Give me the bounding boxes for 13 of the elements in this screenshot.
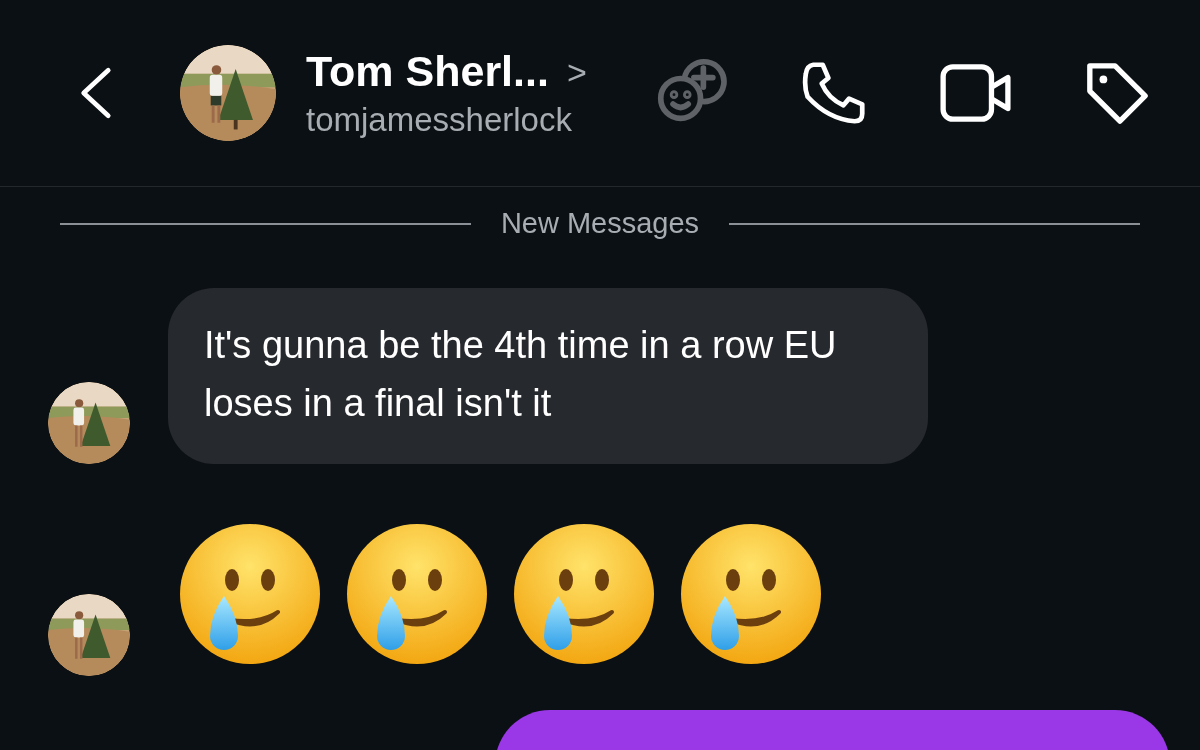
smiling-face-with-tear-icon: [514, 524, 654, 666]
new-messages-label: New Messages: [500, 207, 700, 240]
smiling-face-with-tear-icon: [681, 524, 821, 666]
contact-name[interactable]: Tom Sherl...: [306, 47, 549, 97]
smiling-face-with-tear-icon: [347, 524, 487, 666]
smiling-face-with-tear-icon: [180, 524, 320, 666]
username: tomjamessherlock: [306, 100, 573, 139]
message-bubble[interactable]: It's gunna be the 4th time in a row EU loses in a final isn't it: [168, 288, 928, 464]
tag-icon[interactable]: [1084, 60, 1150, 126]
chevron-icon[interactable]: >: [566, 52, 587, 92]
phone-icon[interactable]: [802, 61, 866, 125]
video-camera-icon[interactable]: [940, 64, 1012, 122]
back-icon[interactable]: [78, 66, 112, 120]
